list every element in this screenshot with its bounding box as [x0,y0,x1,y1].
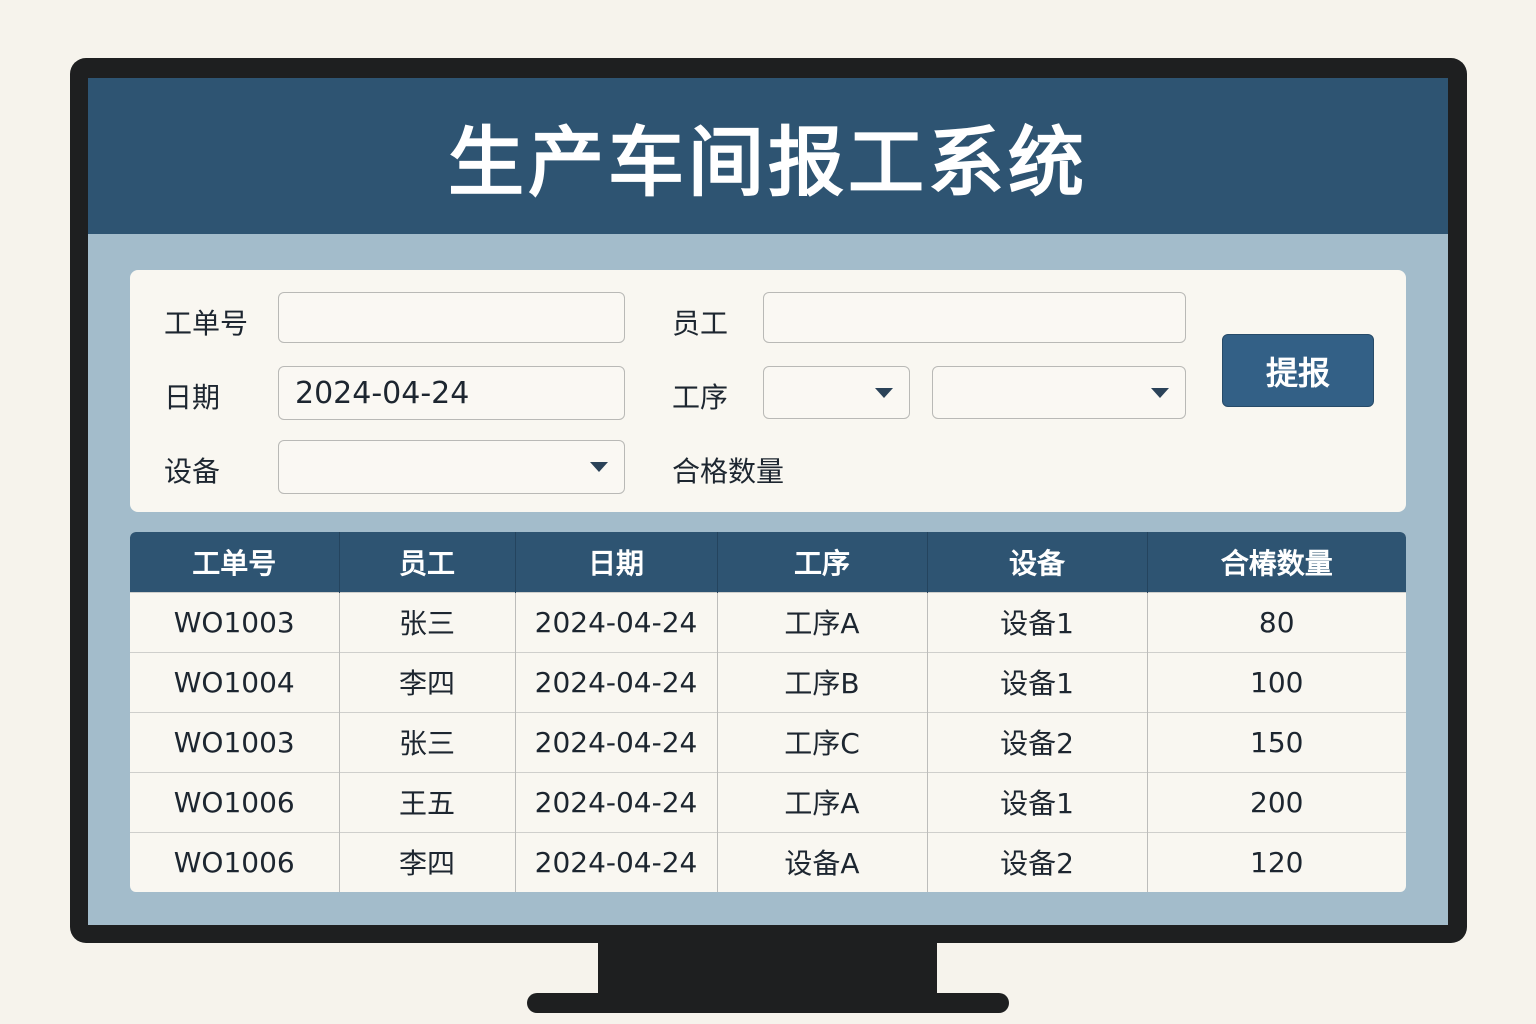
submit-button[interactable]: 提报 [1222,334,1374,407]
cell-equipment: 设备2 [927,831,1148,892]
table-row[interactable]: WO1003 张三 2024-04-24 工序C 设备2 150 [130,711,1406,772]
cell-date: 2024-04-24 [515,591,718,652]
cell-order-no: WO1003 [130,591,340,652]
app-screen: 生产车间报工系统 工单号 员工 日期 2024-04-24 工序 设备 合格数量… [88,78,1448,925]
cell-process: 工序A [717,771,928,832]
cell-date: 2024-04-24 [515,651,718,712]
cell-order-no: WO1006 [130,831,340,892]
table-row[interactable]: WO1004 李四 2024-04-24 工序B 设备1 100 [130,651,1406,712]
equipment-select[interactable] [278,440,625,494]
table-row[interactable]: WO1006 王五 2024-04-24 工序A 设备1 200 [130,771,1406,832]
cell-order-no: WO1006 [130,771,340,832]
chevron-down-icon [1151,387,1169,398]
col-equipment[interactable]: 设备 [927,532,1148,592]
cell-equipment: 设备2 [927,711,1148,772]
cell-process: 工序B [717,651,928,712]
app-title: 生产车间报工系统 [448,118,1088,207]
cell-qty: 120 [1147,831,1406,892]
employee-input[interactable] [763,292,1186,343]
chevron-down-icon [875,387,893,398]
report-form: 工单号 员工 日期 2024-04-24 工序 设备 合格数量 提报 [130,270,1406,512]
employee-label: 员工 [672,307,729,340]
cell-qty: 150 [1147,711,1406,772]
report-table: 工单号 员工 日期 工序 设备 合椿数量 WO1003 张三 2024-04-24 工… [130,532,1406,892]
table-header-row: 工单号 员工 日期 工序 设备 合椿数量 [130,532,1406,592]
cell-equipment: 设备1 [927,591,1148,652]
qty-label: 合格数量 [672,455,785,488]
cell-qty: 80 [1147,591,1406,652]
process-label: 工序 [672,381,729,414]
cell-date: 2024-04-24 [515,771,718,832]
cell-date: 2024-04-24 [515,711,718,772]
app-header: 生产车间报工系统 [88,78,1448,234]
col-process[interactable]: 工序 [717,532,928,592]
monitor-stand-base [527,993,1009,1013]
monitor-stand-neck [598,943,937,995]
cell-employee: 张三 [339,711,516,772]
cell-process: 设备A [717,831,928,892]
cell-employee: 李四 [339,831,516,892]
order-no-input[interactable] [278,292,625,343]
cell-date: 2024-04-24 [515,831,718,892]
chevron-down-icon [590,462,608,472]
date-label: 日期 [164,381,221,414]
process-select-2[interactable] [932,366,1186,419]
process-select-1[interactable] [763,366,910,419]
cell-qty: 100 [1147,651,1406,712]
table-row[interactable]: WO1003 张三 2024-04-24 工序A 设备1 80 [130,591,1406,652]
table-row[interactable]: WO1006 李四 2024-04-24 设备A 设备2 120 [130,831,1406,892]
order-no-label: 工单号 [164,307,249,340]
col-date[interactable]: 日期 [515,532,718,592]
cell-equipment: 设备1 [927,771,1148,832]
cell-order-no: WO1003 [130,711,340,772]
cell-employee: 张三 [339,591,516,652]
equipment-label: 设备 [164,455,221,488]
cell-order-no: WO1004 [130,651,340,712]
cell-qty: 200 [1147,771,1406,832]
cell-employee: 王五 [339,771,516,832]
col-order-no[interactable]: 工单号 [130,532,340,592]
col-employee[interactable]: 员工 [339,532,516,592]
date-input[interactable]: 2024-04-24 [278,366,625,420]
cell-process: 工序C [717,711,928,772]
cell-process: 工序A [717,591,928,652]
cell-employee: 李四 [339,651,516,712]
col-qty[interactable]: 合椿数量 [1147,532,1406,592]
cell-equipment: 设备1 [927,651,1148,712]
